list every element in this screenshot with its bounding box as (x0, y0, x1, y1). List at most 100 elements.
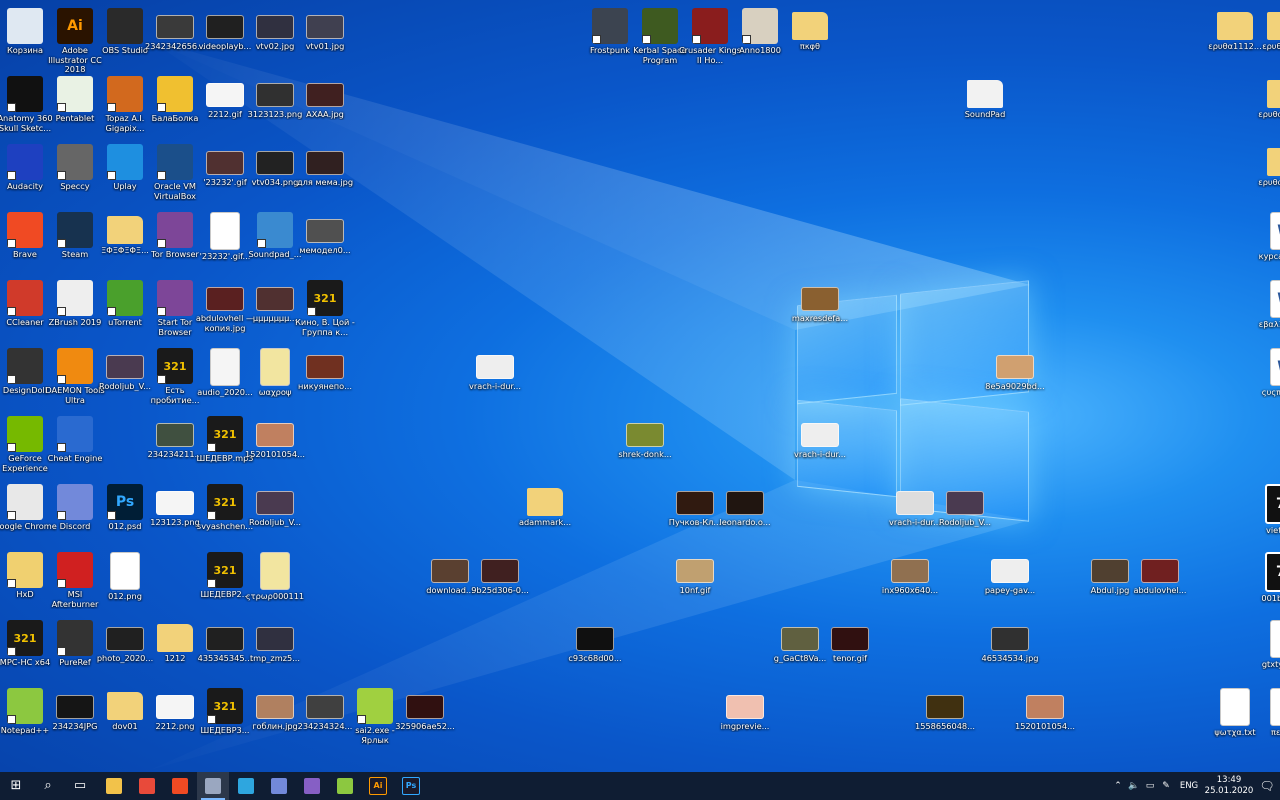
desktop-icon-image[interactable]: tenor.gif (818, 616, 882, 682)
desktop-icon-folder[interactable]: ερυθα0011 (1253, 4, 1280, 70)
desktop-icon-file[interactable]: 012.png (93, 548, 157, 614)
app-icon (157, 144, 193, 180)
app-icon (7, 76, 43, 112)
desktop-icon-folder[interactable]: ερυθα0000... (1253, 72, 1280, 138)
image-icon (726, 695, 764, 719)
language-indicator[interactable]: ENG (1174, 781, 1204, 791)
desktop-icon-label: imgprevie... (720, 722, 770, 731)
desktop-icon-label: курсачпро... (1258, 252, 1280, 261)
file-explorer-icon (106, 778, 122, 794)
taskbar-chrome[interactable] (131, 772, 163, 800)
desktop-icon-image[interactable]: мемодел0... (293, 208, 357, 274)
desktop-icon-image[interactable]: 1520101054... (1013, 684, 1077, 750)
desktop-icon-image[interactable]: shrek-donk... (613, 412, 677, 478)
image-icon (106, 627, 144, 651)
desktop-icon-file[interactable]: gtxtymt.txt (1253, 616, 1280, 682)
image-icon (256, 287, 294, 311)
taskbar-balabolka[interactable] (197, 772, 229, 800)
image-icon (626, 423, 664, 447)
desktop-icon-word[interactable]: Wεβαλ18.docx (1253, 276, 1280, 342)
7z-icon: 7z (1265, 552, 1280, 592)
desktop-icon-image[interactable]: imgprevie... (713, 684, 777, 750)
desktop-icon-folder[interactable]: πκφθ (778, 4, 842, 70)
start-button[interactable]: ⊞ (0, 772, 32, 800)
desktop-icon-image[interactable]: 1558656048... (913, 684, 977, 750)
desktop-icon-folder[interactable]: adammark... (513, 480, 577, 546)
app-icon (57, 212, 93, 248)
desktop-icon-image[interactable]: Rodoljub_V... (243, 480, 307, 546)
mpc-icon: 321 (157, 348, 193, 384)
image-icon (431, 559, 469, 583)
desktop-icon-7z[interactable]: 7z 001base.7z (1253, 548, 1280, 614)
desktop-icon-image[interactable]: 1520101054... (243, 412, 307, 478)
taskbar-visual-studio[interactable] (296, 772, 328, 800)
desktop-icon-image[interactable]: 10nf.gif (663, 548, 727, 614)
file-icon (110, 552, 140, 590)
app-icon (107, 76, 143, 112)
taskbar-file-explorer[interactable] (98, 772, 130, 800)
desktop-icon-file[interactable]: πεχ.txt (1253, 684, 1280, 750)
clock[interactable]: 13:49 25.01.2020 (1204, 775, 1254, 797)
task-view-button[interactable]: ▭ (64, 772, 96, 800)
taskbar-notepad-plus[interactable] (329, 772, 361, 800)
desktop-icon-image[interactable]: Rodoljub_V... (933, 480, 997, 546)
chevron-up-icon[interactable]: ⌃ (1110, 781, 1126, 791)
search-button[interactable]: ⌕ (32, 772, 64, 800)
desktop-icon-image[interactable]: papey-gav... (978, 548, 1042, 614)
desktop-icon-image[interactable]: tmp_zmz5... (243, 616, 307, 682)
desktop-icon-7z[interactable]: 7z viet02.7z (1253, 480, 1280, 546)
desktop-icon-image[interactable]: leonardo.o... (713, 480, 777, 546)
folder-icon (1217, 12, 1253, 40)
desktop-icon-file[interactable]: ςτρωρ000111 (243, 548, 307, 614)
desktop-icon-label: мемодел0... (299, 246, 351, 255)
volume-icon[interactable]: 🔈 (1126, 781, 1142, 791)
desktop-icon-folder[interactable]: ερυθα0033... (1253, 140, 1280, 206)
desktop-icon-image[interactable]: для мема.jpg (293, 140, 357, 206)
desktop-icon-image[interactable]: никуянепо... (293, 344, 357, 410)
desktop-icon-word[interactable]: Wкурсачпро... (1253, 208, 1280, 274)
desktop-icon-word[interactable]: Wςυςπρογ.rtf (1253, 344, 1280, 410)
desktop-icon-label: vrach-i-dur... (794, 450, 846, 459)
taskbar-discord[interactable] (263, 772, 295, 800)
app-icon (57, 620, 93, 656)
file-icon (260, 552, 290, 590)
desktop-icon-image[interactable]: abdulovhel... (1128, 548, 1192, 614)
app-icon (57, 76, 93, 112)
desktop-icon-image[interactable]: c93c68d00... (563, 616, 627, 682)
desktop-icon-image[interactable]: 325906ae52... (393, 684, 457, 750)
taskbar-illustrator[interactable]: Ai (362, 772, 394, 800)
notifications-icon[interactable]: 🗨 (1254, 779, 1280, 793)
image-icon (891, 559, 929, 583)
desktop-icon-label: 001base.7z (1261, 594, 1280, 603)
desktop-icon-image[interactable]: maxresdefa... (788, 276, 852, 342)
desktop-icon-image[interactable]: 8e5a9029bd... (983, 344, 1047, 410)
desktop-icon-label: 012.png (108, 592, 142, 601)
desktop-icon-image[interactable]: vrach-i-dur... (788, 412, 852, 478)
network-icon[interactable]: ▭ (1142, 781, 1158, 791)
desktop-icon-image[interactable]: vrach-i-dur... (463, 344, 527, 410)
image-icon (946, 491, 984, 515)
desktop-icon-mpc[interactable]: 321 Кино, В. Цой - Группа к... (293, 276, 357, 342)
desktop-icon-label: 9b25d306-0... (471, 586, 529, 595)
chrome-icon (139, 778, 155, 794)
taskbar-brave[interactable] (164, 772, 196, 800)
desktop-icon-image[interactable]: 46534534.jpg (978, 616, 1042, 682)
taskbar: ⊞ ⌕ ▭ Ai Ps ⌃ 🔈 ▭ ✎ ENG 13:49 25.01.2020 🗨 (0, 772, 1280, 800)
telegram-icon (238, 778, 254, 794)
desktop-icon-image[interactable]: 9b25d306-0... (468, 548, 532, 614)
psd-icon: Ps (107, 484, 143, 520)
pen-icon[interactable]: ✎ (1158, 781, 1174, 791)
desktop-icon-label: papey-gav... (984, 586, 1036, 595)
desktop-icon-folder[interactable]: SoundPad (953, 72, 1017, 138)
desktop-icon-app[interactable]: Cheat Engine (43, 412, 107, 478)
desktop-icon-image[interactable]: vtv01.jpg (293, 4, 357, 70)
word-icon: W (1270, 348, 1280, 386)
desktop-icon-label: 1520101054... (1015, 722, 1075, 731)
taskbar-photoshop[interactable]: Ps (395, 772, 427, 800)
desktop-icon-image[interactable]: АХАА.jpg (293, 72, 357, 138)
desktop-icon-image[interactable]: inx960x640... (878, 548, 942, 614)
image-icon (726, 491, 764, 515)
taskbar-telegram[interactable] (230, 772, 262, 800)
desktop-icon-label: 325906ae52... (395, 722, 455, 731)
image-icon (781, 627, 819, 651)
